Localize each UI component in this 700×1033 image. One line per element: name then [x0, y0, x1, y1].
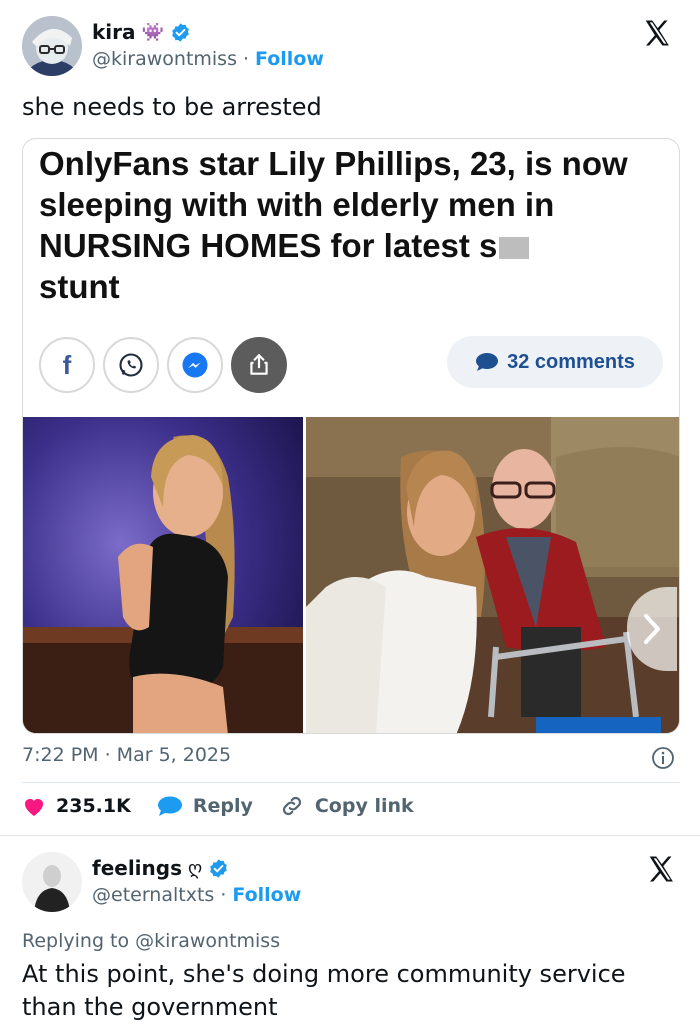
messenger-share-button[interactable]	[167, 337, 223, 393]
heart-symbol-icon: ღ	[188, 857, 203, 879]
tweet-card: kira 👾 @kirawontmiss · Follow she needs …	[0, 0, 700, 835]
handle[interactable]: @eternaltxts	[92, 884, 214, 906]
heart-icon	[25, 799, 43, 816]
display-name[interactable]: kira	[92, 20, 136, 44]
share-button[interactable]	[231, 337, 287, 393]
article-card[interactable]: OnlyFans star Lily Phillips, 23, is now …	[22, 138, 680, 734]
reply-label: Reply	[192, 795, 253, 817]
speech-bubble-icon	[476, 353, 499, 371]
chevron-right-icon	[644, 614, 660, 644]
share-icon	[250, 354, 268, 375]
article-photo-left[interactable]	[23, 417, 303, 733]
replying-prefix: Replying to	[22, 930, 130, 952]
link-icon	[282, 796, 301, 816]
redaction-block	[499, 237, 530, 260]
info-icon[interactable]	[651, 746, 675, 770]
follow-button[interactable]: Follow	[255, 48, 324, 70]
reply-button[interactable]: Reply	[157, 795, 253, 817]
author-name-row: kira 👾	[92, 20, 191, 44]
display-name[interactable]: feelings	[92, 856, 182, 880]
whatsapp-icon	[119, 353, 143, 377]
tweet-text: At this point, she's doing more communit…	[22, 960, 626, 1021]
facebook-icon: f	[62, 349, 72, 380]
x-logo-icon[interactable]	[646, 854, 676, 884]
avatar[interactable]	[22, 16, 82, 76]
follow-button[interactable]: Follow	[232, 884, 301, 906]
headline-tail: stunt	[39, 268, 120, 305]
verified-badge-icon	[210, 858, 227, 878]
like-button[interactable]: 235.1K	[22, 795, 131, 817]
avatar[interactable]	[22, 852, 82, 912]
facebook-share-button[interactable]: f	[39, 337, 95, 393]
x-logo-icon[interactable]	[642, 18, 672, 48]
reply-bubble-icon	[157, 796, 182, 816]
article-photo-right[interactable]	[306, 417, 679, 733]
author-name-row: feelings ღ	[92, 856, 229, 880]
article-headline: OnlyFans star Lily Phillips, 23, is now …	[39, 143, 669, 307]
copy-link-button[interactable]: Copy link	[279, 793, 414, 819]
separator-dot: ·	[242, 48, 250, 70]
verified-badge-icon	[172, 22, 189, 42]
divider	[22, 782, 680, 783]
comments-button[interactable]: 32 comments	[447, 336, 663, 388]
tweet-text: she needs to be arrested	[22, 93, 322, 121]
headline-text: OnlyFans star Lily Phillips, 23, is now …	[39, 145, 628, 264]
replying-handle[interactable]: @kirawontmiss	[135, 930, 280, 952]
separator-dot: ·	[220, 884, 227, 906]
handle-row: @kirawontmiss · Follow	[92, 48, 324, 70]
tweet-timestamp[interactable]: 7:22 PM · Mar 5, 2025	[22, 744, 231, 766]
action-bar: 235.1K Reply Copy link	[22, 793, 440, 819]
messenger-icon	[182, 352, 208, 378]
handle-row: @eternaltxts · Follow	[92, 884, 301, 906]
replying-to: Replying to @kirawontmiss	[22, 930, 280, 952]
comments-count: 32 comments	[507, 350, 635, 373]
reply-tweet-card: feelings ღ @eternaltxts · Follow Replyin…	[0, 835, 700, 1033]
handle[interactable]: @kirawontmiss	[92, 48, 237, 70]
alien-monster-icon: 👾	[141, 21, 164, 43]
copy-link-label: Copy link	[314, 795, 414, 817]
like-count: 235.1K	[56, 795, 131, 817]
whatsapp-share-button[interactable]	[103, 337, 159, 393]
